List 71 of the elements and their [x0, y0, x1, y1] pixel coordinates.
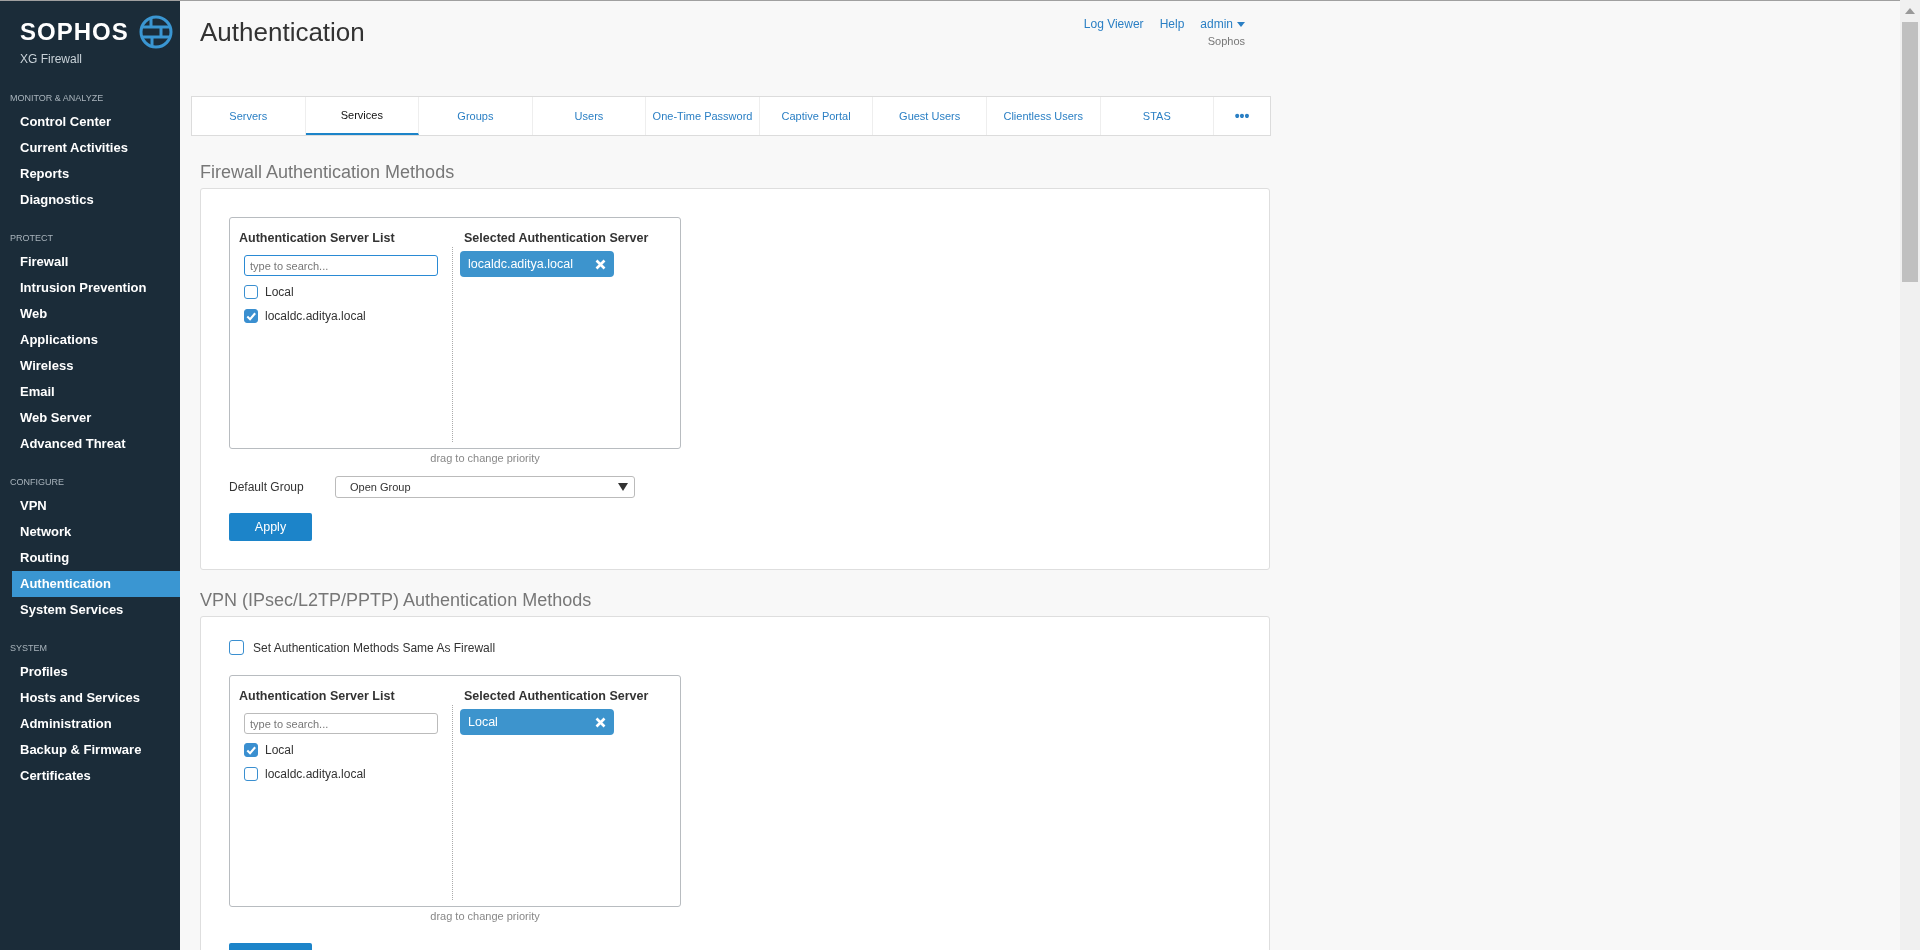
sidebar-item[interactable]: Network — [12, 519, 180, 545]
more-tab[interactable]: ••• — [1214, 97, 1271, 135]
remove-icon[interactable] — [595, 716, 606, 728]
column-heading: Selected Authentication Server — [464, 230, 649, 247]
section-heading: SYSTEM — [9, 642, 47, 655]
section-title: Firewall Authentication Methods — [200, 161, 455, 184]
scroll-up-icon[interactable] — [1905, 8, 1915, 14]
checkbox[interactable] — [244, 743, 258, 757]
drag-hint: drag to change priority — [430, 452, 540, 464]
checkbox[interactable] — [229, 640, 244, 655]
checkbox[interactable] — [244, 285, 258, 299]
tab[interactable]: Servers — [192, 97, 306, 135]
checkbox[interactable] — [244, 767, 258, 781]
sidebar-item[interactable]: Hosts and Services — [12, 685, 180, 711]
user-menu[interactable]: admin — [1200, 17, 1245, 31]
organization-name: Sophos — [1207, 35, 1245, 47]
apply-button[interactable]: Apply — [229, 513, 312, 541]
column-heading: Selected Authentication Server — [464, 688, 649, 705]
page-title: Authentication — [200, 17, 365, 48]
sidebar-item[interactable]: VPN — [12, 493, 180, 519]
dropdown-arrow-icon — [618, 483, 628, 491]
product-name: XG Firewall — [20, 52, 82, 66]
checkbox-label: localdc.aditya.local — [265, 309, 366, 323]
tab[interactable]: Groups — [419, 97, 533, 135]
tab[interactable]: Services — [305, 97, 420, 135]
checkbox-label: Local — [265, 743, 294, 757]
sidebar-item[interactable]: Control Center — [12, 109, 180, 135]
scrollbar[interactable] — [1900, 0, 1920, 950]
search-field[interactable]: type to search... — [244, 713, 438, 734]
scroll-thumb[interactable] — [1902, 22, 1918, 282]
caret-icon — [1237, 21, 1245, 27]
sidebar-item[interactable]: System Services — [12, 597, 180, 623]
globe-icon — [138, 15, 173, 49]
tab[interactable]: Guest Users — [873, 97, 987, 135]
sidebar-item[interactable]: Backup & Firmware — [12, 737, 180, 763]
remove-icon[interactable] — [595, 258, 606, 270]
brand-name: SOPHOS — [20, 18, 129, 46]
drag-hint: drag to change priority — [430, 910, 540, 922]
sidebar-item[interactable]: Web — [12, 301, 180, 327]
section-title: VPN (IPsec/L2TP/PPTP) Authentication Methods — [200, 589, 592, 612]
sidebar-item[interactable]: Email — [12, 379, 180, 405]
section-heading: MONITOR & ANALYZE — [9, 92, 104, 105]
sidebar-item[interactable]: Reports — [12, 161, 180, 187]
tab[interactable]: Clientless Users — [986, 97, 1101, 135]
tab[interactable]: STAS — [1100, 97, 1215, 135]
log-viewer-link[interactable]: Log Viewer — [1083, 17, 1144, 31]
section-heading: PROTECT — [9, 232, 53, 245]
checkbox-label: Local — [265, 285, 294, 299]
sidebar-item[interactable]: Applications — [12, 327, 180, 353]
sidebar-item[interactable]: Diagnostics — [12, 187, 180, 213]
sidebar-item[interactable]: Profiles — [12, 659, 180, 685]
search-field[interactable]: type to search... — [244, 255, 438, 276]
sidebar-item[interactable]: Administration — [12, 711, 180, 737]
field-label: Default Group — [229, 480, 305, 494]
sidebar-item[interactable]: Advanced Threat — [12, 431, 180, 457]
tab[interactable]: One-Time Password — [646, 97, 760, 135]
checkbox[interactable] — [244, 309, 258, 323]
checkbox-label: Set Authentication Methods Same As Firewall — [253, 640, 496, 655]
default-group-dropdown[interactable]: Open Group — [335, 476, 635, 498]
sidebar-item[interactable]: Current Activities — [12, 135, 180, 161]
sidebar-item[interactable]: Intrusion Prevention — [12, 275, 180, 301]
section-heading: CONFIGURE — [9, 476, 64, 489]
sidebar-item[interactable]: Routing — [12, 545, 180, 571]
checkbox-label: localdc.aditya.local — [265, 767, 366, 781]
sidebar-item[interactable]: Web Server — [12, 405, 180, 431]
sidebar-item[interactable]: Wireless — [12, 353, 180, 379]
tab[interactable]: Users — [532, 97, 647, 135]
help-link[interactable]: Help — [1159, 17, 1185, 31]
sidebar-item[interactable]: Firewall — [12, 249, 180, 275]
sidebar-item[interactable]: Certificates — [12, 763, 180, 789]
tab[interactable]: Captive Portal — [759, 97, 874, 135]
